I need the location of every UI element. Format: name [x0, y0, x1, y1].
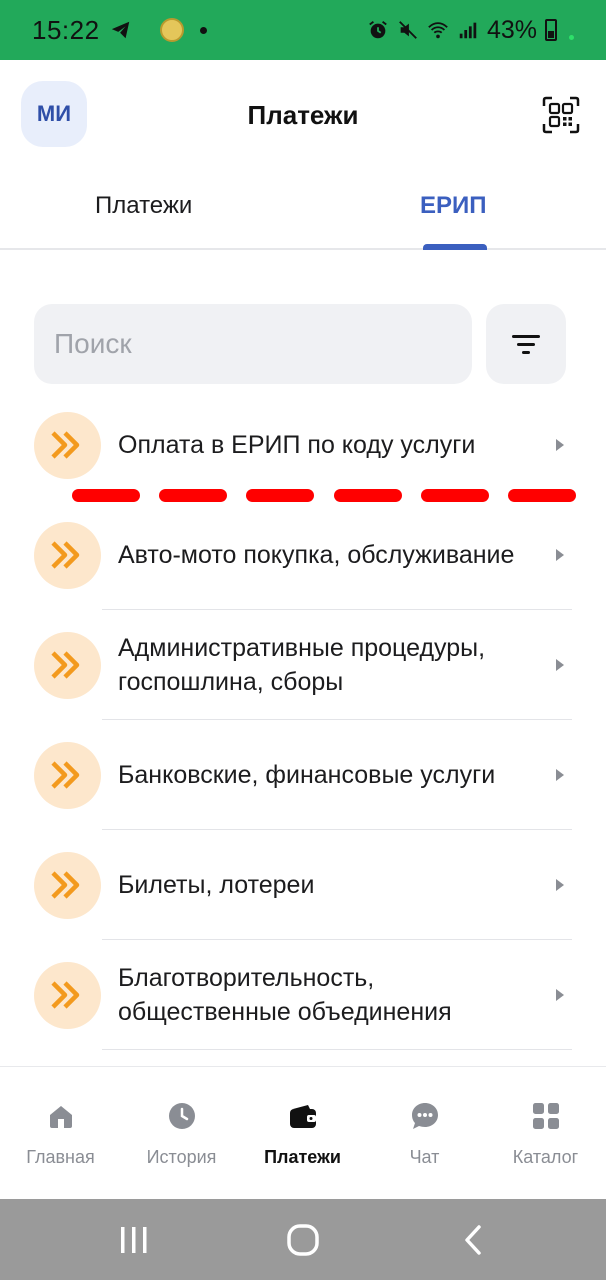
nav-label: История [146, 1147, 217, 1167]
list-item-label: Банковские, финансовые услуги [118, 761, 496, 789]
chat-icon [411, 1103, 438, 1129]
tab-bar: Платежи ЕРИП [0, 170, 606, 250]
qr-scan-icon[interactable] [542, 96, 580, 134]
nav-payments[interactable]: Платежи [242, 1067, 363, 1200]
home-button[interactable] [263, 1199, 343, 1280]
privacy-indicator-dot [569, 34, 574, 40]
telegram-icon [111, 21, 129, 39]
chevron-right-icon [556, 769, 564, 781]
alarm-icon [369, 21, 387, 39]
list-item-label: Авто-мото покупка, обслуживание [118, 541, 515, 569]
recent-apps-button[interactable] [94, 1199, 174, 1280]
nav-home[interactable]: Главная [0, 1067, 121, 1200]
back-icon [465, 1224, 481, 1255]
erip-logo-icon [34, 631, 101, 699]
erip-logo-icon [34, 961, 101, 1029]
wallet-icon [289, 1105, 316, 1128]
list-item-label: Административные процедуры, госпошлина, … [118, 634, 486, 696]
list-item[interactable]: Оплата в ЕРИП по коду услуги [0, 390, 606, 500]
mute-icon [399, 21, 417, 39]
search-box[interactable] [34, 304, 472, 384]
list-item[interactable]: Административные процедуры, госпошлина, … [0, 610, 606, 720]
wifi-icon [428, 22, 448, 39]
clock-icon [168, 1103, 195, 1129]
status-time: 15:22 [32, 14, 100, 45]
list-item[interactable]: Авто-мото покупка, обслуживание [0, 500, 606, 610]
more-notifications-dot [199, 26, 207, 34]
tab-payments[interactable]: Платежи [95, 192, 192, 220]
list-item[interactable]: Благотворительность, общественные объеди… [0, 940, 606, 1050]
nav-label: Чат [409, 1147, 440, 1167]
nav-history[interactable]: История [121, 1067, 242, 1200]
status-bar: 15:22 43% [0, 0, 606, 60]
chevron-right-icon [556, 879, 564, 891]
filter-button[interactable] [486, 304, 566, 384]
list-item[interactable]: Банковские, финансовые услуги [0, 720, 606, 830]
home-icon [49, 1106, 72, 1128]
back-button[interactable] [433, 1199, 513, 1280]
dashed-annotation-line [72, 489, 576, 503]
chevron-right-icon [556, 439, 564, 451]
battery-percent: 43% [486, 15, 537, 44]
erip-logo-icon [34, 411, 101, 479]
list-item-label: Благотворительность, общественные объеди… [118, 964, 452, 1026]
active-tab-indicator [423, 244, 487, 250]
nav-chat[interactable]: Чат [364, 1067, 485, 1200]
chevron-right-icon [556, 549, 564, 561]
system-navigation-bar [0, 1199, 606, 1280]
recent-apps-icon [121, 1226, 147, 1253]
list-item-label: Билеты, лотереи [118, 871, 315, 899]
screen: 15:22 43% МИ Платежи Платежи ЕРИП Поиск … [0, 0, 606, 1280]
app-notification-icon [159, 18, 184, 42]
list-item[interactable]: Билеты, лотереи [0, 830, 606, 940]
tab-erip[interactable]: ЕРИП [420, 192, 487, 220]
grid-icon [532, 1103, 559, 1129]
list-item-label: Оплата в ЕРИП по коду услуги [118, 431, 476, 459]
app-header: МИ Платежи [0, 60, 606, 170]
nav-label: Каталог [512, 1147, 579, 1167]
signal-icon [459, 22, 477, 39]
filter-icon [512, 335, 540, 354]
nav-label: Главная [26, 1147, 95, 1167]
bottom-navigation: Главная История Платежи Чат Каталог [0, 1066, 606, 1199]
nav-catalog[interactable]: Каталог [485, 1067, 606, 1200]
nav-label: Платежи [264, 1147, 341, 1167]
search-input[interactable] [54, 328, 472, 360]
battery-icon [545, 19, 557, 41]
erip-logo-icon [34, 851, 101, 919]
divider [102, 1048, 572, 1050]
page-title: Платежи [247, 100, 359, 130]
erip-logo-icon [34, 741, 101, 809]
erip-logo-icon [34, 521, 101, 589]
chevron-right-icon [556, 989, 564, 1001]
chevron-right-icon [556, 659, 564, 671]
home-circle-icon [287, 1223, 319, 1256]
